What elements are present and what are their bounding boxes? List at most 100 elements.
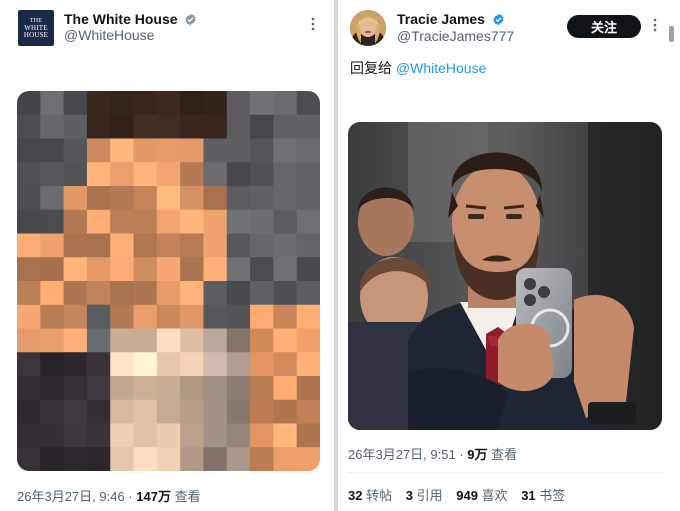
mosaic-pixel	[296, 281, 320, 306]
more-options-icon[interactable]	[647, 17, 663, 33]
mosaic-pixel	[63, 209, 88, 234]
mosaic-pixel	[226, 186, 251, 211]
mosaic-pixel	[226, 328, 251, 353]
mosaic-pixel	[273, 233, 298, 258]
mosaic-pixel	[296, 423, 320, 448]
mosaic-pixel	[250, 281, 274, 306]
verified-badge-icon	[493, 13, 504, 26]
mosaic-pixel	[180, 423, 204, 448]
scrollbar-thumb[interactable]	[669, 26, 674, 42]
mosaic-pixel	[226, 233, 251, 258]
mosaic-pixel	[273, 399, 298, 424]
quotes-stat[interactable]: 3 引用	[406, 488, 443, 503]
mosaic-pixel	[86, 257, 111, 282]
mosaic-pixel	[156, 304, 181, 329]
mosaic-pixel	[296, 138, 320, 163]
account-name[interactable]: Tracie James	[397, 11, 505, 27]
mosaic-pixel	[180, 257, 204, 282]
mosaic-pixel	[40, 281, 65, 306]
mosaic-pixel	[40, 138, 65, 163]
account-name-text[interactable]: Tracie James	[397, 11, 485, 27]
mosaic-pixel	[17, 257, 41, 282]
mosaic-pixel	[86, 328, 111, 353]
mosaic-pixel	[110, 423, 135, 448]
retweets-stat[interactable]: 32 转帖	[348, 488, 392, 503]
mosaic-pixel	[133, 186, 158, 211]
mosaic-pixel	[156, 399, 181, 424]
tweet-image-pixelated[interactable]	[17, 91, 320, 471]
verified-badge-icon	[185, 13, 197, 26]
mosaic-pixel	[110, 114, 135, 139]
mosaic-pixel	[17, 162, 41, 187]
mosaic-pixel	[203, 162, 228, 187]
avatar-logo-line-3: HOUSE	[23, 31, 49, 39]
mosaic-pixel	[203, 91, 228, 116]
mosaic-pixel	[133, 423, 158, 448]
mosaic-pixel	[63, 376, 88, 401]
mosaic-pixel	[133, 114, 158, 139]
mosaic-pixel	[63, 186, 88, 211]
tweet-meta: 26年3月27日, 9:51 · 9万 查看	[348, 444, 517, 463]
mosaic-pixel	[110, 138, 135, 163]
mosaic-pixel	[250, 376, 274, 401]
mosaic-pixel	[17, 281, 41, 306]
views-label: 查看	[174, 489, 201, 504]
right-tweet-card: Tracie James @TracieJames777 关注 回复给 @Whi…	[338, 0, 680, 511]
likes-stat[interactable]: 949 喜欢	[456, 488, 507, 503]
pixelated-photo-icon	[17, 91, 320, 471]
mosaic-pixel	[63, 114, 88, 139]
mosaic-pixel	[86, 423, 111, 448]
avatar-photo-icon	[350, 10, 386, 46]
mosaic-pixel	[156, 447, 181, 471]
mosaic-pixel	[296, 91, 320, 116]
tweet-timestamp[interactable]: 26年3月27日, 9:46	[17, 489, 125, 504]
mosaic-pixel	[226, 399, 251, 424]
mosaic-pixel	[273, 162, 298, 187]
account-name-text[interactable]: The White House	[64, 11, 178, 27]
tweet-timestamp[interactable]: 26年3月27日, 9:51	[348, 447, 456, 462]
mosaic-pixel	[133, 91, 158, 116]
mosaic-pixel	[63, 328, 88, 353]
mosaic-pixel	[63, 352, 88, 377]
mosaic-pixel	[226, 209, 251, 234]
account-handle[interactable]: @TracieJames777	[397, 28, 514, 44]
tracie-james-avatar[interactable]	[350, 10, 386, 46]
account-name[interactable]: The White House	[64, 11, 197, 27]
white-house-avatar[interactable]: THE WHITE HOUSE	[18, 10, 54, 46]
mosaic-pixel	[40, 209, 65, 234]
mosaic-pixel	[40, 304, 65, 329]
mosaic-pixel	[250, 186, 274, 211]
mosaic-pixel	[156, 138, 181, 163]
mosaic-pixel	[133, 281, 158, 306]
mosaic-pixel	[86, 281, 111, 306]
mosaic-pixel	[203, 114, 228, 139]
reply-target-link[interactable]: @WhiteHouse	[396, 60, 486, 76]
views-label: 查看	[491, 447, 518, 462]
mosaic-pixel	[17, 447, 41, 471]
mosaic-pixel	[180, 328, 204, 353]
mosaic-pixel	[273, 186, 298, 211]
mosaic-pixel	[156, 281, 181, 306]
follow-button[interactable]: 关注	[567, 15, 641, 38]
mosaic-pixel	[180, 399, 204, 424]
reply-context: 回复给 @WhiteHouse	[350, 58, 486, 78]
mosaic-pixel	[110, 281, 135, 306]
mosaic-pixel	[40, 91, 65, 116]
mosaic-pixel	[180, 91, 204, 116]
mosaic-pixel	[180, 138, 204, 163]
more-options-icon[interactable]	[305, 16, 321, 32]
bookmarks-stat[interactable]: 31 书签	[521, 488, 565, 503]
reply-prefix: 回复给	[350, 60, 396, 76]
mosaic-pixel	[273, 91, 298, 116]
tweet-image-photo[interactable]	[348, 122, 662, 430]
mosaic-pixel	[63, 423, 88, 448]
mosaic-pixel	[86, 304, 111, 329]
mosaic-pixel	[110, 376, 135, 401]
mosaic-pixel	[63, 91, 88, 116]
mosaic-pixel	[110, 209, 135, 234]
mosaic-pixel	[86, 162, 111, 187]
mosaic-pixel	[17, 352, 41, 377]
account-handle[interactable]: @WhiteHouse	[64, 27, 154, 43]
mosaic-pixel	[180, 281, 204, 306]
mosaic-pixel	[226, 138, 251, 163]
